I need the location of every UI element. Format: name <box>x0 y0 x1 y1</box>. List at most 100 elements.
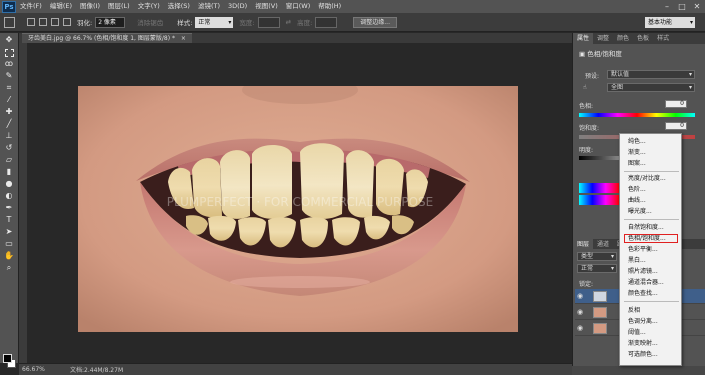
eyedropper-tool-icon[interactable]: ⁄ <box>3 95 15 105</box>
minimize-button[interactable]: – <box>660 0 674 13</box>
feather-input[interactable]: 2 像素 <box>95 16 126 28</box>
menu-file[interactable]: 文件(F) <box>16 0 46 13</box>
hue-slider[interactable] <box>579 113 695 117</box>
clone-stamp-tool-icon[interactable]: ⊥ <box>3 131 15 141</box>
crop-tool-icon[interactable]: ⌗ <box>3 83 15 93</box>
menu-item-curves[interactable]: 曲线... <box>620 196 683 205</box>
height-input[interactable] <box>315 16 338 28</box>
channel-select[interactable]: 全图 <box>607 83 695 92</box>
menu-item-brightness-contrast[interactable]: 亮度/对比度... <box>620 174 683 183</box>
menu-item-invert[interactable]: 反相 <box>620 306 683 315</box>
layer-thumbnail <box>593 307 607 318</box>
antialias-checkbox[interactable]: 消除锯齿 <box>137 17 163 27</box>
tab-properties[interactable]: 属性 <box>573 33 594 44</box>
zoom-level[interactable]: 66.67% <box>22 366 56 373</box>
subtract-selection-icon[interactable] <box>51 18 59 26</box>
blur-tool-icon[interactable]: ● <box>3 179 15 189</box>
properties-panel-tabs: 属性 调整 颜色 色板 样式 <box>573 33 705 44</box>
foreground-color-swatch[interactable] <box>3 354 12 363</box>
width-label: 宽度: <box>239 19 255 27</box>
maximize-button[interactable]: □ <box>675 0 689 13</box>
properties-title-text: 色相/饱和度 <box>587 50 622 58</box>
menu-item-threshold[interactable]: 阈值... <box>620 328 683 337</box>
menu-item-photo-filter[interactable]: 照片滤镜... <box>620 267 683 276</box>
menu-item-posterize[interactable]: 色调分离... <box>620 317 683 326</box>
blend-mode-select[interactable]: 正常 <box>577 264 617 273</box>
menu-view[interactable]: 视图(V) <box>251 0 282 13</box>
gradient-tool-icon[interactable]: ▮ <box>3 167 15 177</box>
menu-item-exposure[interactable]: 曝光度... <box>620 207 683 216</box>
menu-item-solid-color[interactable]: 纯色... <box>620 137 683 146</box>
menu-3d[interactable]: 3D(D) <box>224 0 251 13</box>
refine-edge-button[interactable]: 调整边缘... <box>353 16 397 28</box>
marquee-tool-preset-icon[interactable] <box>4 16 15 28</box>
menu-item-color-lookup[interactable]: 颜色查找... <box>620 289 683 298</box>
menu-edit[interactable]: 编辑(E) <box>46 0 76 13</box>
eye-icon[interactable]: ◉ <box>577 292 585 300</box>
history-brush-tool-icon[interactable]: ↺ <box>3 143 15 153</box>
tab-color[interactable]: 颜色 <box>613 33 633 44</box>
layer-kind-filter[interactable]: 类型 <box>577 252 617 261</box>
add-selection-icon[interactable] <box>39 18 47 26</box>
document-tab[interactable]: 牙齿美白.jpg @ 66.7% (色相/饱和度 1, 图层蒙版/8) * × <box>22 33 192 43</box>
pen-tool-icon[interactable]: ✒ <box>3 203 15 213</box>
color-bar-top <box>579 183 619 193</box>
menu-item-vibrance[interactable]: 自然饱和度... <box>620 223 683 232</box>
tab-layers[interactable]: 图层 <box>573 239 594 249</box>
swap-icon[interactable]: ⇄ <box>286 18 291 26</box>
zoom-tool-icon[interactable]: ⌕ <box>3 263 15 273</box>
style-select[interactable]: 正常 <box>195 16 234 28</box>
tab-adjustments[interactable]: 调整 <box>593 33 613 44</box>
width-input[interactable] <box>257 16 280 28</box>
teeth-photo: PLUMPERFECT · FOR COMMERCIAL PURPOSE <box>78 86 518 332</box>
hand-adjust-icon[interactable]: ☝ <box>583 84 587 91</box>
menu-window[interactable]: 窗口(W) <box>282 0 315 13</box>
menu-help[interactable]: 帮助(H) <box>314 0 345 13</box>
document-image[interactable]: PLUMPERFECT · FOR COMMERCIAL PURPOSE <box>78 86 518 332</box>
brush-tool-icon[interactable]: ╱ <box>3 119 15 129</box>
menu-item-gradient-map[interactable]: 渐变映射... <box>620 339 683 348</box>
saturation-label: 饱和度: <box>579 125 600 132</box>
quick-select-tool-icon[interactable]: ✎ <box>3 71 15 81</box>
shape-tool-icon[interactable]: ▭ <box>3 239 15 249</box>
menu-item-color-balance[interactable]: 色彩平衡... <box>620 245 683 254</box>
tab-styles[interactable]: 样式 <box>653 33 673 44</box>
saturation-value[interactable]: 0 <box>665 122 687 130</box>
menu-item-black-white[interactable]: 黑白... <box>620 256 683 265</box>
marquee-tool-icon[interactable] <box>4 49 14 57</box>
path-select-tool-icon[interactable]: ➤ <box>3 227 15 237</box>
menu-item-pattern[interactable]: 图案... <box>620 159 683 168</box>
menu-layer[interactable]: 图层(L) <box>104 0 134 13</box>
menu-select[interactable]: 选择(S) <box>164 0 194 13</box>
menu-image[interactable]: 图像(I) <box>76 0 104 13</box>
menu-item-channel-mixer[interactable]: 通道混合器... <box>620 278 683 287</box>
tab-swatches[interactable]: 色板 <box>633 33 653 44</box>
menu-type[interactable]: 文字(Y) <box>134 0 164 13</box>
menu-filter[interactable]: 滤镜(T) <box>194 0 224 13</box>
options-bar: 羽化: 2 像素 消除锯齿 样式: 正常 宽度: ⇄ 高度: 调整边缘... 基… <box>0 13 705 32</box>
eye-icon[interactable]: ◉ <box>577 308 585 316</box>
healing-brush-tool-icon[interactable]: ✚ <box>3 107 15 117</box>
move-tool-icon[interactable]: ✥ <box>3 35 15 45</box>
menu-item-levels[interactable]: 色阶... <box>620 185 683 194</box>
intersect-selection-icon[interactable] <box>63 18 71 26</box>
menu-item-selective-color[interactable]: 可选颜色... <box>620 350 683 359</box>
menu-separator <box>624 171 679 172</box>
new-selection-icon[interactable] <box>27 18 35 26</box>
type-tool-icon[interactable]: T <box>3 215 15 225</box>
document-title: 牙齿美白.jpg @ 66.7% (色相/饱和度 1, 图层蒙版/8) * <box>28 35 175 42</box>
workspace-select[interactable]: 基本功能 <box>645 17 695 28</box>
eraser-tool-icon[interactable]: ▱ <box>3 155 15 165</box>
hue-value[interactable]: 0 <box>665 100 687 108</box>
close-window-button[interactable]: ✕ <box>690 0 704 13</box>
tab-channels[interactable]: 通道 <box>593 239 613 249</box>
lightness-slider[interactable] <box>579 156 619 160</box>
preset-select[interactable]: 默认值 <box>607 70 695 79</box>
lasso-tool-icon[interactable]: ꝏ <box>3 59 15 69</box>
menu-item-hue-saturation[interactable]: 色相/饱和度... <box>624 234 678 243</box>
dodge-tool-icon[interactable]: ◐ <box>3 191 15 201</box>
hand-tool-icon[interactable]: ✋ <box>3 251 15 261</box>
menu-item-gradient[interactable]: 渐变... <box>620 148 683 157</box>
eye-icon[interactable]: ◉ <box>577 324 585 332</box>
close-document-icon[interactable]: × <box>181 35 186 42</box>
